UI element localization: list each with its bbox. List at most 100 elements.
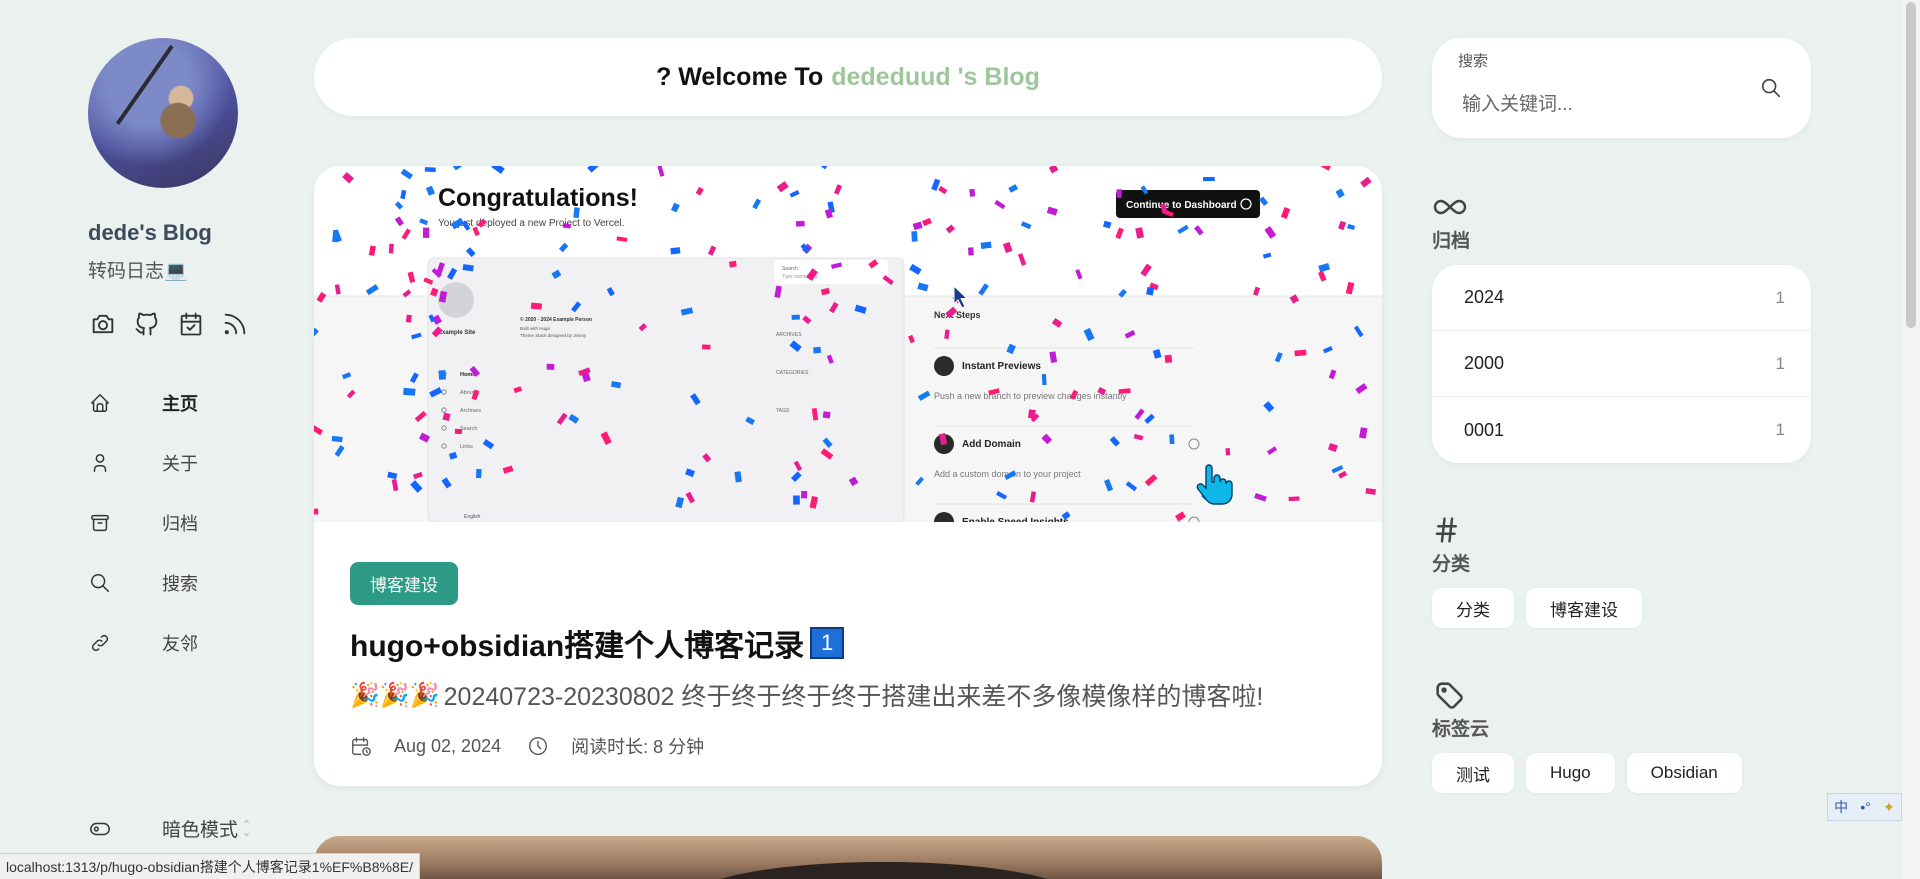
dark-mode-toggle[interactable]: 暗色模式 ⌃ ⌄ (88, 815, 251, 842)
next-steps-title: Next Steps (934, 310, 981, 320)
post-read-time: 阅读时长: 8 分钟 (571, 737, 705, 757)
search-label: 搜索 (1458, 53, 1489, 70)
mini-widget-label: TAGS (776, 408, 790, 414)
archive-row[interactable]: 2000 1 (1432, 331, 1811, 397)
confetti-piece (403, 387, 416, 396)
archive-row[interactable]: 0001 1 (1432, 397, 1811, 463)
confetti-piece (546, 363, 555, 370)
step-title: Add Domain (962, 439, 1021, 450)
step-title: Enable Speed Insights (962, 517, 1069, 522)
post-description: 🎉🎉🎉 20240723-20230802 终于终于终于终于搭建出来差不多像模像… (350, 677, 1346, 713)
confetti-piece (701, 344, 711, 350)
github-icon[interactable] (132, 309, 162, 339)
avatar[interactable] (88, 38, 238, 188)
post-cover-image[interactable]: Congratulations! You just deployed a new… (314, 166, 1382, 522)
confetti-piece (1225, 447, 1231, 456)
home-icon (88, 391, 112, 415)
mini-menu-item: About (460, 390, 475, 396)
confetti-piece (405, 314, 412, 323)
step-title: Instant Previews (962, 361, 1041, 372)
nav-item-archives[interactable]: 归档 (88, 493, 288, 553)
post-card[interactable]: Congratulations! You just deployed a new… (314, 166, 1382, 786)
infinity-icon (1432, 190, 1811, 224)
confetti-piece (969, 188, 976, 197)
mini-theme: Theme Stack designed by Jimmy (520, 333, 587, 338)
confetti-piece (1027, 409, 1036, 419)
nav-item-search[interactable]: 搜索 (88, 553, 288, 613)
archive-count: 1 (1775, 353, 1785, 373)
ime-language-label[interactable]: 中 (1834, 797, 1848, 817)
archive-list: 2024 1 2000 1 0001 1 (1432, 265, 1811, 463)
tag-chip[interactable]: Hugo (1526, 753, 1615, 793)
archive-row[interactable]: 2024 1 (1432, 265, 1811, 331)
welcome-prefix: ? Welcome To (656, 62, 824, 91)
status-bar-url: localhost:1313/p/hugo-obsidian搭建个人博客记录1%… (0, 853, 420, 879)
nav-label: 关于 (162, 454, 198, 474)
calendar-icon[interactable] (176, 309, 206, 339)
blog-name[interactable]: dede's Blog (88, 220, 288, 246)
post-category-chip[interactable]: 博客建设 (350, 562, 458, 605)
confetti-piece (438, 370, 446, 380)
ime-toolbar[interactable]: 中 •° ✦ (1827, 793, 1902, 821)
archives-widget-head: 归档 (1432, 190, 1811, 253)
tags-title: 标签云 (1432, 719, 1490, 740)
confetti-piece (911, 231, 918, 242)
nav-label: 搜索 (162, 574, 198, 594)
archive-icon (88, 511, 112, 535)
mini-menu-item: Search (460, 426, 477, 432)
page-scrollbar[interactable] (1902, 0, 1920, 879)
social-links (88, 309, 288, 339)
category-chips: 分类 博客建设 (1432, 588, 1811, 628)
archive-count: 1 (1775, 420, 1785, 439)
camera-icon[interactable] (88, 309, 118, 339)
confetti-piece (1294, 349, 1307, 357)
next-post-card-preview[interactable] (314, 836, 1382, 879)
confetti-piece (1146, 287, 1155, 296)
confetti-piece (795, 220, 805, 227)
nav-label: 友邻 (162, 634, 198, 654)
post-date: Aug 02, 2024 (394, 735, 502, 756)
scrollbar-thumb[interactable] (1906, 2, 1916, 328)
welcome-accent: dededuud 's Blog (831, 62, 1040, 91)
category-chip[interactable]: 分类 (1432, 588, 1514, 628)
confetti-piece (422, 227, 430, 238)
nav-label: 归档 (162, 514, 198, 534)
categories-widget-head: 分类 (1432, 513, 1811, 576)
tag-icon (1432, 678, 1811, 712)
search-input[interactable] (1462, 90, 1742, 120)
confetti-piece (967, 247, 974, 256)
post-title[interactable]: hugo+obsidian搭建个人博客记录 1 (350, 621, 1346, 665)
mini-widget-label: CATEGORIES (776, 370, 809, 376)
mini-widget-label: ARCHIVES (776, 332, 802, 338)
confetti-piece (670, 247, 681, 255)
nav-item-about[interactable]: 关于 (88, 433, 288, 493)
search-icon (88, 571, 112, 595)
archive-year: 2024 (1464, 287, 1505, 307)
mini-menu-item: Archives (460, 408, 481, 414)
rss-icon[interactable] (220, 309, 250, 339)
confetti-piece (1169, 434, 1175, 445)
archive-count: 1 (1775, 287, 1785, 307)
toggle-icon (88, 818, 112, 840)
category-chip[interactable]: 博客建设 (1526, 588, 1642, 628)
confetti-piece (314, 508, 319, 515)
ime-punctuation-icon[interactable]: •° (1860, 799, 1871, 815)
nav-item-home[interactable]: 主页 (88, 373, 288, 433)
mini-language: English (464, 514, 481, 520)
cover-heading: Congratulations! (438, 184, 638, 212)
left-sidebar: dede's Blog 转码日志💻 主页 关于 归档 搜索 友邻 (88, 38, 288, 673)
ime-skin-icon[interactable]: ✦ (1883, 799, 1895, 816)
confetti-piece (791, 314, 800, 320)
nav-item-links[interactable]: 友邻 (88, 613, 288, 673)
tag-chip[interactable]: 测试 (1432, 753, 1514, 793)
confetti-piece (530, 302, 543, 310)
post-card-body: 博客建设 hugo+obsidian搭建个人博客记录 1 🎉🎉🎉 2024072… (314, 522, 1382, 759)
mini-copyright: © 2020 - 2024 Example Person (520, 316, 592, 323)
tags-widget-head: 标签云 (1432, 678, 1811, 741)
cover-illustration: Congratulations! You just deployed a new… (314, 166, 1382, 522)
search-submit-icon[interactable] (1755, 72, 1787, 104)
post-description-text: 20240723-20230802 终于终于终于终于搭建出来差不多像模像样的博客… (443, 683, 1264, 711)
tag-chip[interactable]: Obsidian (1626, 753, 1742, 793)
keycap-one-emoji: 1 (810, 627, 845, 659)
post-title-text: hugo+obsidian搭建个人博客记录 (350, 630, 805, 663)
